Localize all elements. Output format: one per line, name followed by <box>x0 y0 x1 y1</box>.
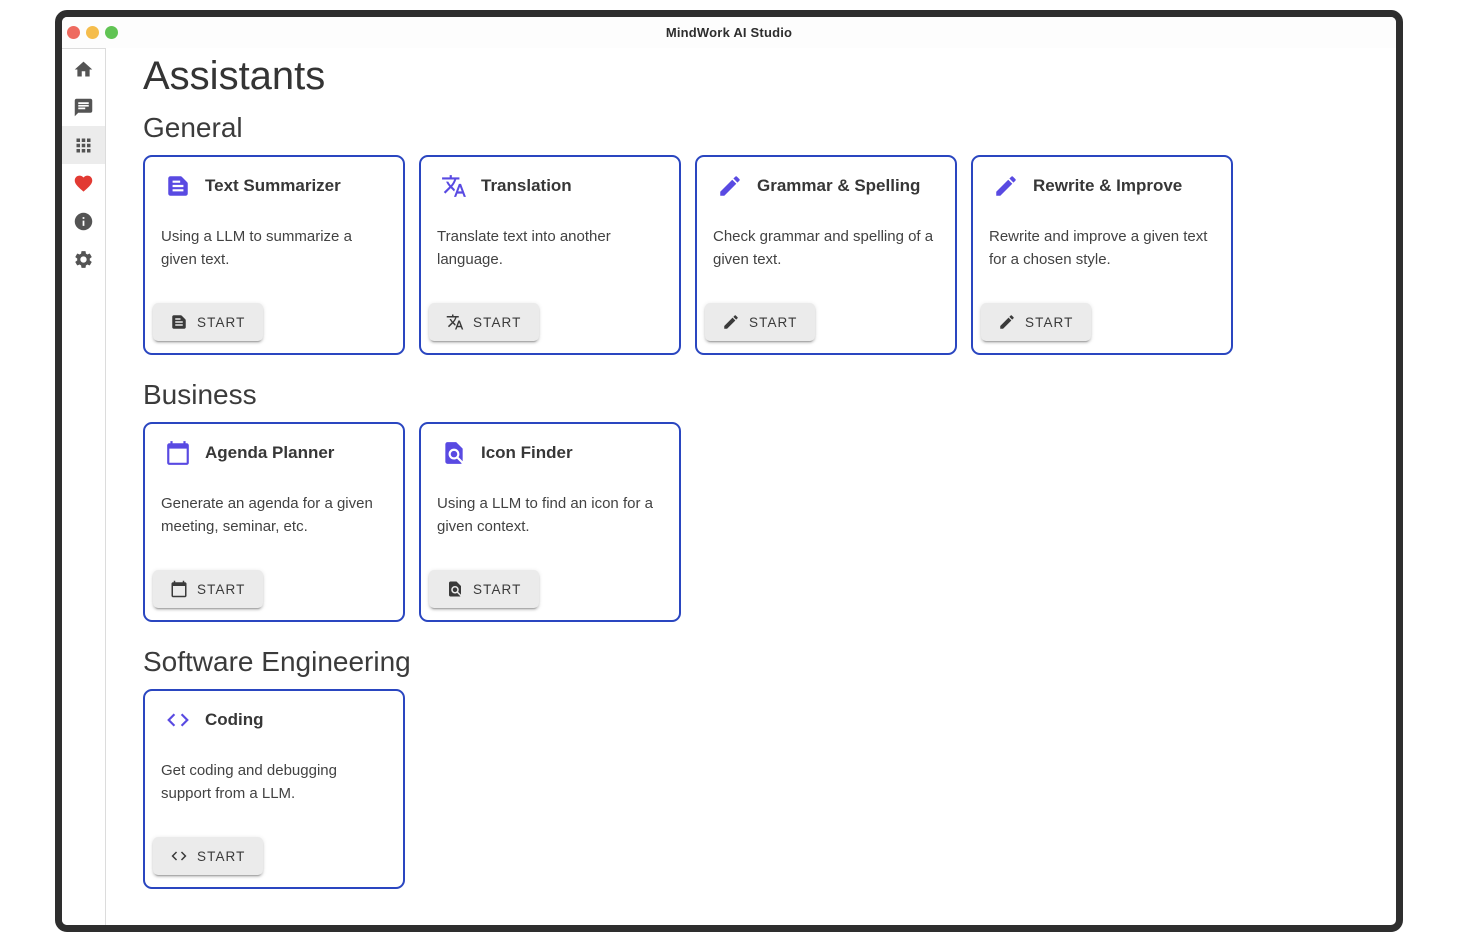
pencil-icon <box>993 173 1019 199</box>
start-button-label: START <box>1025 315 1074 330</box>
pencil-icon <box>722 313 740 331</box>
info-icon <box>73 211 94 232</box>
calendar-icon <box>170 580 188 598</box>
start-button-label: START <box>197 315 246 330</box>
apps-grid-icon <box>73 135 94 156</box>
code-icon <box>165 707 191 733</box>
card-coding: Coding Get coding and debugging support … <box>143 689 405 889</box>
start-button-label: START <box>197 849 246 864</box>
start-button-text-summarizer[interactable]: START <box>153 303 263 341</box>
close-button[interactable] <box>67 26 80 39</box>
start-button-label: START <box>473 315 522 330</box>
section-business: Business Agenda Planner Generate an agen… <box>143 379 1396 622</box>
card-text-summarizer: Text Summarizer Using a LLM to summarize… <box>143 155 405 355</box>
section-title-software-engineering: Software Engineering <box>143 646 1396 678</box>
card-description: Get coding and debugging support from a … <box>161 759 387 805</box>
card-description: Using a LLM to summarize a given text. <box>161 225 387 271</box>
gear-icon <box>73 249 94 270</box>
sidebar-item-settings[interactable] <box>62 240 105 278</box>
main-content: Assistants General Text Summarizer Using… <box>106 48 1396 932</box>
section-title-general: General <box>143 112 1396 144</box>
sidebar-item-home[interactable] <box>62 50 105 88</box>
card-description: Using a LLM to find an icon for a given … <box>437 492 663 538</box>
start-button-icon-finder[interactable]: START <box>429 570 539 608</box>
section-general: General Text Summarizer Using a LLM to s… <box>143 112 1396 355</box>
section-title-business: Business <box>143 379 1396 411</box>
chat-icon <box>73 97 94 118</box>
start-button-label: START <box>749 315 798 330</box>
start-button-translation[interactable]: START <box>429 303 539 341</box>
sidebar-item-favorites[interactable] <box>62 164 105 202</box>
card-agenda-planner: Agenda Planner Generate an agenda for a … <box>143 422 405 622</box>
card-title: Rewrite & Improve <box>1033 176 1182 196</box>
card-rewrite-improve: Rewrite & Improve Rewrite and improve a … <box>971 155 1233 355</box>
traffic-lights <box>67 17 118 48</box>
card-description: Translate text into another language. <box>437 225 663 271</box>
card-title: Agenda Planner <box>205 443 334 463</box>
card-title: Grammar & Spelling <box>757 176 920 196</box>
sidebar <box>62 48 106 932</box>
start-button-coding[interactable]: START <box>153 837 263 875</box>
find-in-page-icon <box>441 440 467 466</box>
heart-icon <box>73 173 94 194</box>
start-button-rewrite-improve[interactable]: START <box>981 303 1091 341</box>
home-icon <box>73 59 94 80</box>
minimize-button[interactable] <box>86 26 99 39</box>
card-translation: Translation Translate text into another … <box>419 155 681 355</box>
page-title: Assistants <box>143 52 1396 100</box>
card-description: Rewrite and improve a given text for a c… <box>989 225 1215 271</box>
pencil-icon <box>998 313 1016 331</box>
card-title: Translation <box>481 176 572 196</box>
card-icon-finder: Icon Finder Using a LLM to find an icon … <box>419 422 681 622</box>
titlebar: MindWork AI Studio <box>62 17 1396 48</box>
translate-icon <box>441 173 467 199</box>
window-title: MindWork AI Studio <box>666 25 792 40</box>
sidebar-item-chat[interactable] <box>62 88 105 126</box>
maximize-button[interactable] <box>105 26 118 39</box>
card-title: Text Summarizer <box>205 176 341 196</box>
card-description: Generate an agenda for a given meeting, … <box>161 492 387 538</box>
sidebar-item-assistants[interactable] <box>62 126 105 164</box>
section-software-engineering: Software Engineering Coding Get coding a… <box>143 646 1396 889</box>
code-icon <box>170 847 188 865</box>
find-in-page-icon <box>446 580 464 598</box>
sidebar-item-about[interactable] <box>62 202 105 240</box>
start-button-label: START <box>197 582 246 597</box>
text-snippet-icon <box>170 313 188 331</box>
start-button-agenda-planner[interactable]: START <box>153 570 263 608</box>
calendar-icon <box>165 440 191 466</box>
card-title: Coding <box>205 710 264 730</box>
pencil-icon <box>717 173 743 199</box>
start-button-label: START <box>473 582 522 597</box>
card-title: Icon Finder <box>481 443 573 463</box>
app-window: MindWork AI Studio Assistants <box>55 10 1403 932</box>
card-description: Check grammar and spelling of a given te… <box>713 225 939 271</box>
start-button-grammar-spelling[interactable]: START <box>705 303 815 341</box>
text-snippet-icon <box>165 173 191 199</box>
translate-icon <box>446 313 464 331</box>
card-grammar-spelling: Grammar & Spelling Check grammar and spe… <box>695 155 957 355</box>
